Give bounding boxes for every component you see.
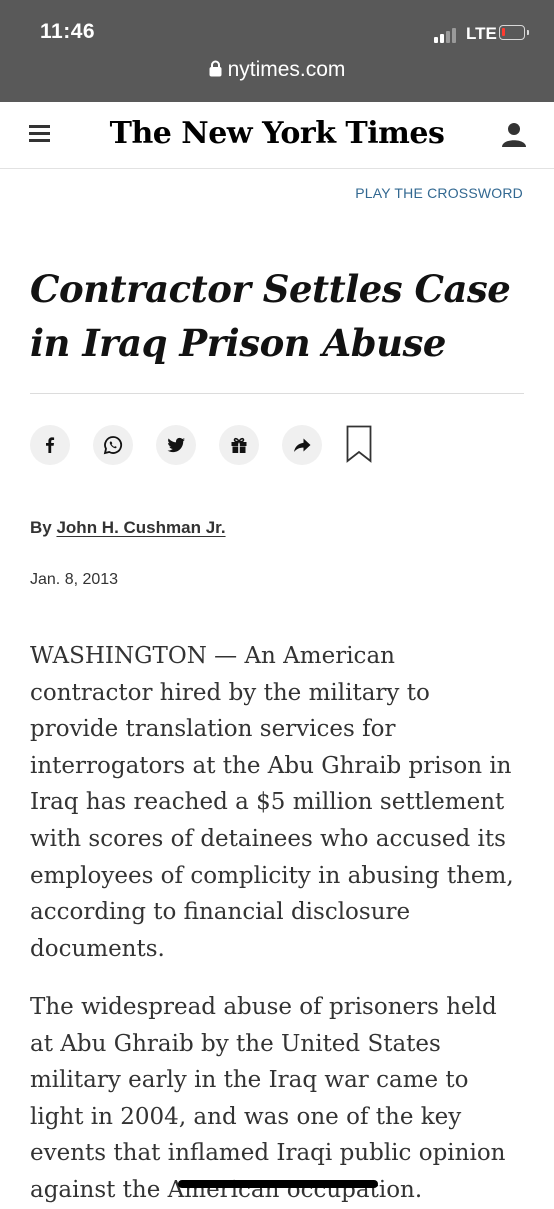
whatsapp-share-button[interactable] bbox=[93, 425, 133, 465]
paragraph-line: contractor hired by the military to bbox=[30, 679, 430, 706]
author-link[interactable]: John H. Cushman Jr. bbox=[56, 518, 225, 537]
play-crossword-link[interactable]: PLAY THE CROSSWORD bbox=[355, 185, 523, 201]
paragraph-line: documents. bbox=[30, 935, 165, 962]
paragraph-line: events that inflamed Iraqi public opinio… bbox=[30, 1140, 506, 1167]
facebook-share-button[interactable] bbox=[30, 425, 70, 465]
bookmark-icon bbox=[346, 425, 372, 463]
paragraph-line: light in 2004, and was one of the key bbox=[30, 1103, 462, 1130]
article-headline: Contractor Settles Case in Iraq Prison A… bbox=[30, 267, 511, 365]
paragraph-line: with scores of detainees who accused its bbox=[30, 825, 506, 852]
gift-article-button[interactable] bbox=[219, 425, 259, 465]
lock-icon bbox=[209, 59, 222, 83]
article-paragraph-1: WASHINGTON — An American contractor hire… bbox=[30, 638, 524, 967]
status-bar: 11:46 LTE nytimes.com bbox=[0, 0, 554, 102]
paragraph-line: military early in the Iraq war came to bbox=[30, 1067, 469, 1094]
paragraph-line: provide translation services for bbox=[30, 716, 396, 743]
paragraph-line: The widespread abuse of prisoners held bbox=[30, 994, 497, 1020]
byline-prefix: By bbox=[30, 518, 52, 537]
paragraph-line: against the American occupation. bbox=[30, 1176, 423, 1203]
facebook-icon bbox=[46, 437, 55, 453]
paragraph-line: interrogators at the Abu Ghraib prison i… bbox=[30, 752, 512, 779]
divider bbox=[30, 393, 524, 394]
paragraph-line: WASHINGTON — An American bbox=[30, 643, 395, 669]
whatsapp-icon bbox=[103, 436, 123, 455]
article-paragraph-2: The widespread abuse of prisoners held a… bbox=[30, 989, 524, 1209]
signal-strength-icon bbox=[434, 25, 462, 43]
share-arrow-icon bbox=[294, 438, 311, 452]
share-toolbar bbox=[30, 425, 524, 465]
gift-icon bbox=[231, 437, 247, 453]
nyt-logo[interactable]: The New York Times bbox=[0, 116, 554, 151]
publish-date: Jan. 8, 2013 bbox=[30, 571, 119, 588]
more-share-button[interactable] bbox=[282, 425, 322, 465]
bookmark-button[interactable] bbox=[346, 425, 372, 463]
battery-level bbox=[502, 28, 505, 36]
url-text: nytimes.com bbox=[227, 58, 346, 81]
byline: By John H. Cushman Jr. bbox=[30, 518, 226, 538]
twitter-icon bbox=[167, 437, 185, 453]
address-bar[interactable]: nytimes.com bbox=[0, 58, 554, 83]
home-indicator[interactable] bbox=[178, 1180, 378, 1188]
paragraph-line: at Abu Ghraib by the United States bbox=[30, 1030, 441, 1057]
user-icon[interactable] bbox=[502, 122, 526, 148]
paragraph-line: Iraq has reached a $5 million settlement bbox=[30, 789, 505, 816]
paragraph-line: employees of complicity in abusing them, bbox=[30, 862, 514, 889]
site-header: The New York Times bbox=[0, 102, 554, 169]
battery-icon bbox=[499, 25, 529, 40]
paragraph-line: according to financial disclosure bbox=[30, 899, 411, 926]
twitter-share-button[interactable] bbox=[156, 425, 196, 465]
network-type: LTE bbox=[466, 24, 497, 43]
status-time: 11:46 bbox=[40, 20, 96, 43]
